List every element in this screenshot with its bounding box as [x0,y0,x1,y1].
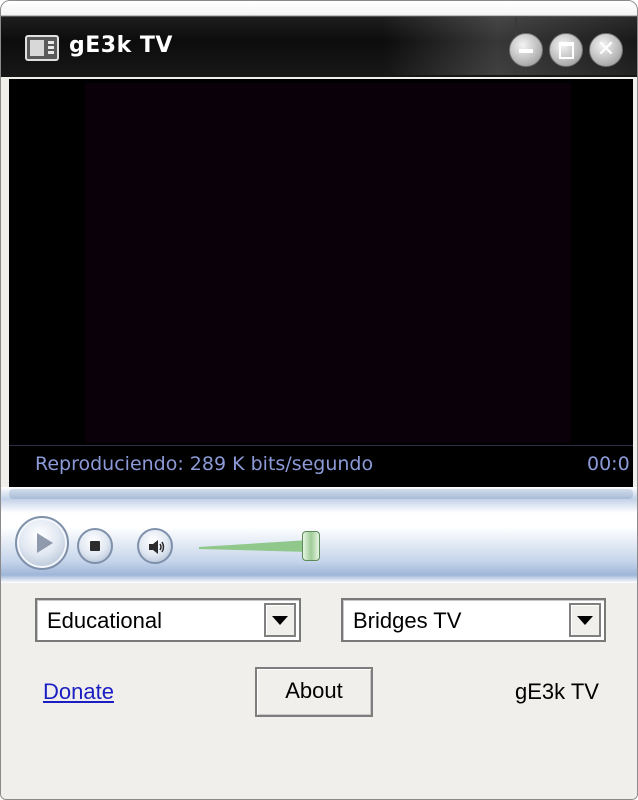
app-window: gE3k TV ✕ Reproduciendo: 289 K bits/segu… [0,0,638,800]
mute-button[interactable] [137,528,173,564]
about-button[interactable]: About [255,667,373,717]
brand-label: gE3k TV [515,679,599,704]
video-picture [85,83,571,443]
playback-status: Reproduciendo: 289 K bits/segundo [35,453,374,475]
window-title: gE3k TV [69,33,173,58]
minimize-button[interactable] [509,33,543,67]
close-icon: ✕ [596,37,616,62]
tv-icon [25,35,59,61]
stop-button[interactable] [77,528,113,564]
channel-select[interactable]: Bridges TV [341,598,606,642]
play-button[interactable] [15,516,69,570]
channel-select-value: Bridges TV [353,608,462,633]
playback-time: 00:0 [587,453,630,475]
category-select[interactable]: Educational [35,598,301,642]
title-bar[interactable]: gE3k TV ✕ [1,1,637,77]
speaker-icon [149,540,165,554]
donate-link[interactable]: Donate [43,679,114,705]
category-select-value: Educational [47,608,162,633]
volume-slider[interactable] [199,537,317,555]
category-dropdown-arrow-icon[interactable] [264,603,296,637]
channel-dropdown-arrow-icon[interactable] [569,603,601,637]
volume-fill [199,540,310,552]
status-divider [9,445,633,446]
close-button[interactable]: ✕ [589,33,623,67]
volume-knob[interactable] [302,531,320,561]
maximize-button[interactable] [549,33,583,67]
seek-bar[interactable] [9,489,633,499]
